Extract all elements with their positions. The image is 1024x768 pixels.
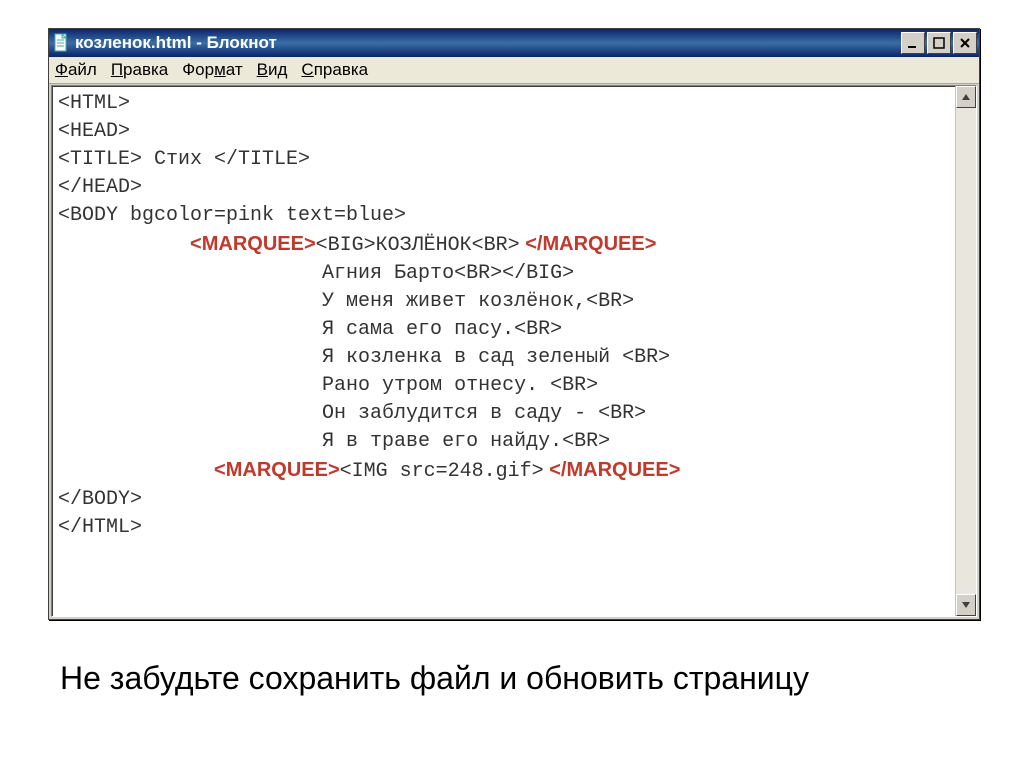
notepad-window: козленок.html - Блокнот Файл Правка Форм… [48, 28, 980, 620]
scroll-track[interactable] [956, 108, 976, 594]
maximize-button[interactable] [927, 32, 951, 54]
vertical-scrollbar[interactable] [955, 86, 976, 616]
titlebar[interactable]: козленок.html - Блокнот [49, 29, 979, 57]
editor-text[interactable]: <HTML> <HEAD> <TITLE> Стих </TITLE> </HE… [52, 86, 955, 616]
slide-caption: Не забудьте сохранить файл и обновить ст… [60, 660, 809, 697]
menu-edit[interactable]: Правка [111, 60, 168, 80]
menu-view[interactable]: Вид [257, 60, 288, 80]
close-button[interactable] [953, 32, 977, 54]
document-icon [53, 33, 69, 53]
menu-help[interactable]: Справка [301, 60, 368, 80]
annotation-marquee-close-2: </MARQUEE> [544, 459, 681, 481]
window-title: козленок.html - Блокнот [75, 33, 277, 53]
minimize-button[interactable] [901, 32, 925, 54]
annotation-marquee-open-2: <MARQUEE> [214, 459, 340, 481]
menu-format[interactable]: Формат [182, 60, 242, 80]
annotation-marquee-open: <MARQUEE> [190, 233, 316, 255]
scroll-down-button[interactable] [956, 594, 976, 616]
client-area: <HTML> <HEAD> <TITLE> Стих </TITLE> </HE… [51, 85, 977, 617]
scroll-up-button[interactable] [956, 86, 976, 108]
menubar: Файл Правка Формат Вид Справка [49, 57, 979, 84]
menu-file[interactable]: Файл [55, 60, 97, 80]
annotation-marquee-close: </MARQUEE> [520, 233, 657, 255]
